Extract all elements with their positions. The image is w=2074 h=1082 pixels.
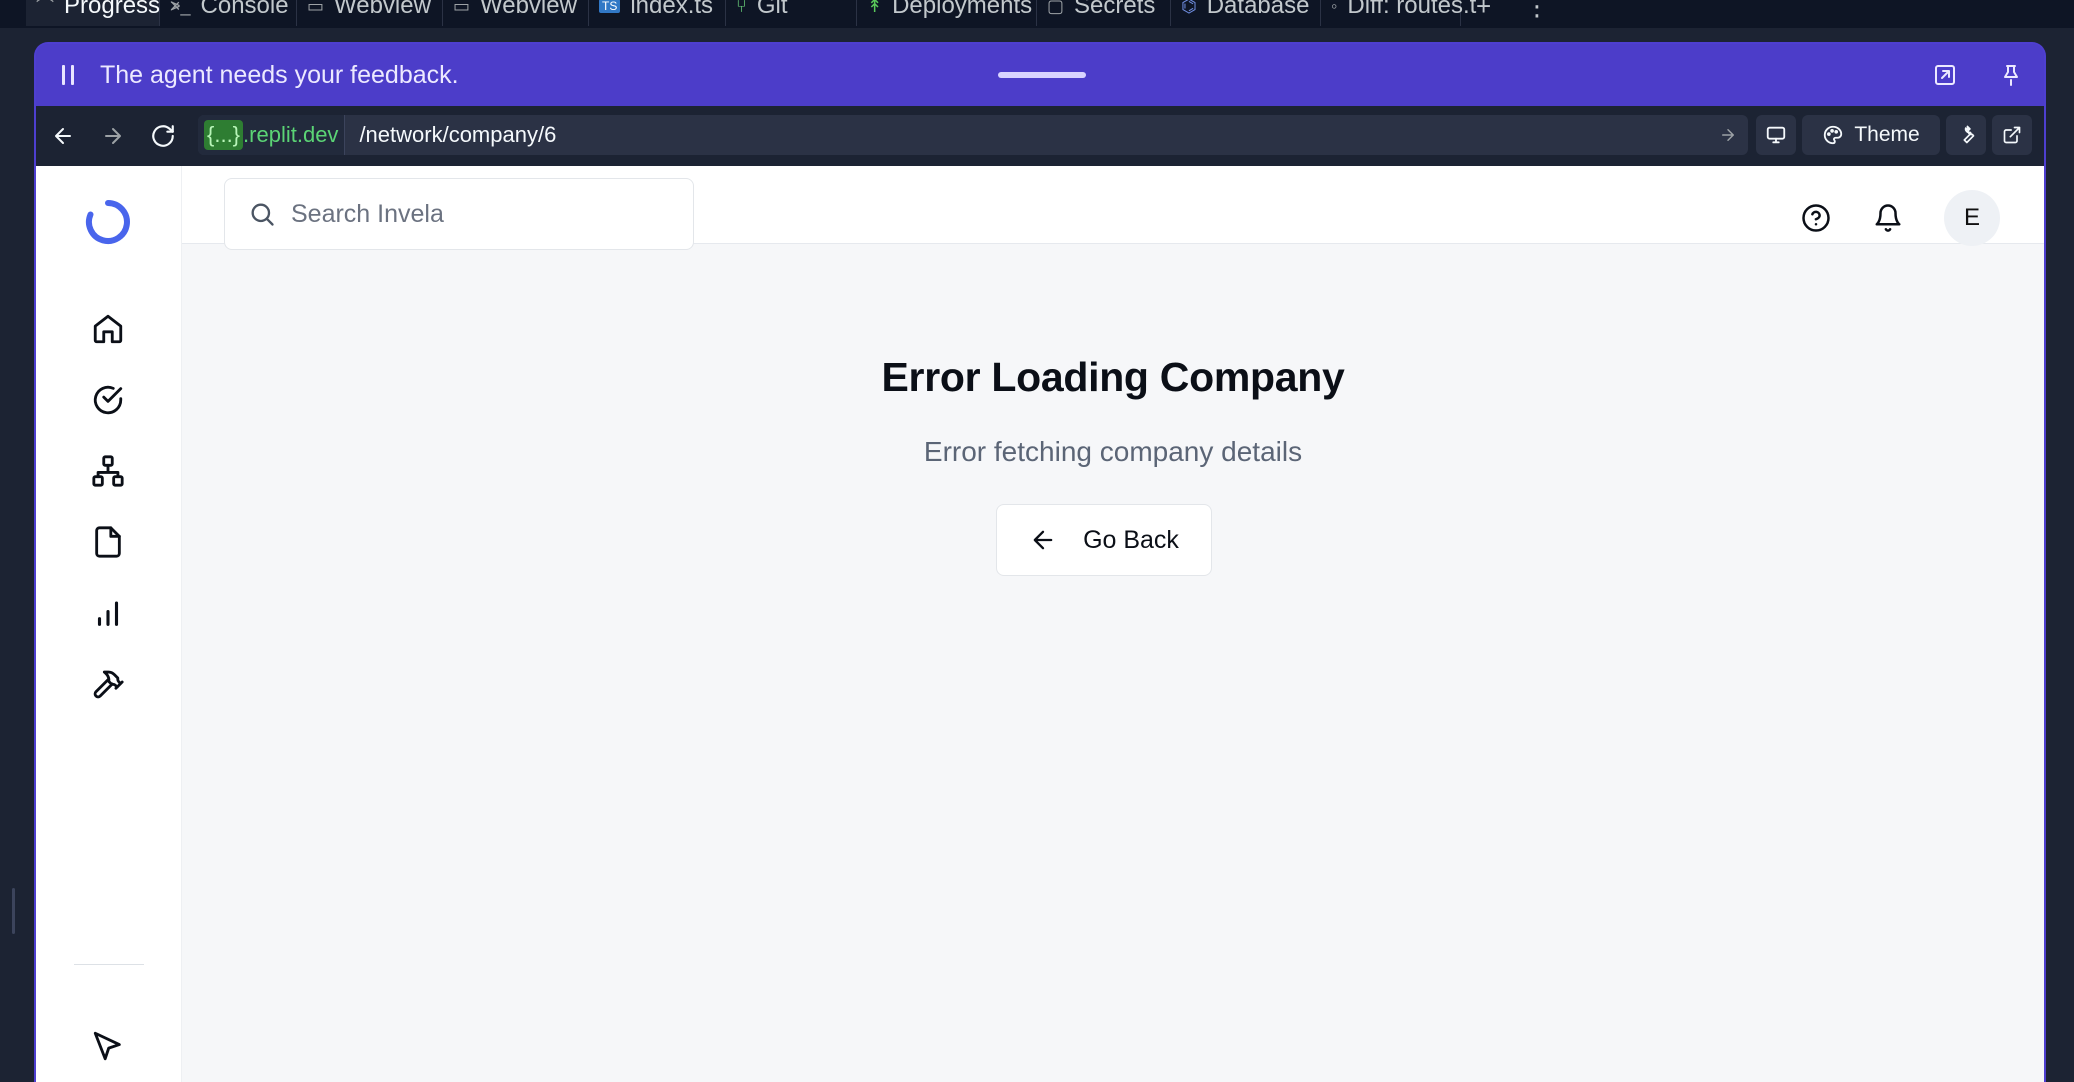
- agent-feedback-bar: The agent needs your feedback.: [36, 44, 2044, 106]
- forward-arrow-icon[interactable]: [88, 106, 138, 166]
- lock-icon: ▢: [1047, 0, 1065, 16]
- go-back-button[interactable]: Go Back: [996, 504, 1212, 576]
- monitor-icon: ▭: [307, 0, 325, 16]
- progress-icon: ⌒: [36, 0, 54, 17]
- search-input[interactable]: [291, 199, 671, 229]
- open-external-icon[interactable]: [1932, 62, 1958, 88]
- tab-label: Progress: [64, 0, 161, 19]
- go-arrow-icon[interactable]: [1708, 115, 1748, 155]
- url-host-brace: {...}: [204, 120, 244, 150]
- tab-label: Secrets: [1074, 0, 1156, 19]
- open-new-window-button[interactable]: [1992, 115, 2032, 155]
- tab-progress[interactable]: ⌒ Progress ×: [26, 0, 181, 26]
- url-path[interactable]: /network/company/6: [359, 122, 1708, 148]
- tasks-check-icon[interactable]: [90, 382, 126, 418]
- error-message: Error fetching company details: [923, 436, 1303, 467]
- new-tab-icon[interactable]: +: [1476, 0, 1491, 26]
- ide-tab-strip: ⌒ Progress × >_ Console ▭ Webview ▭ Webv…: [0, 0, 2074, 28]
- theme-button[interactable]: Theme: [1802, 115, 1940, 155]
- tab-console[interactable]: >_ Console: [160, 0, 297, 26]
- file-icon[interactable]: [90, 524, 126, 560]
- tab-secrets[interactable]: ▢ Secrets: [1037, 0, 1171, 26]
- diff-icon: ◦: [1331, 0, 1338, 16]
- tab-label: Diff: routes.t: [1347, 0, 1477, 19]
- device-toggle-button[interactable]: [1756, 115, 1796, 155]
- external-link-icon: [2003, 126, 2021, 144]
- back-arrow-icon[interactable]: [38, 106, 88, 166]
- url-host: {...} .replit.dev: [198, 115, 346, 155]
- user-avatar[interactable]: E: [1944, 190, 2000, 246]
- database-icon: ⌬: [1181, 0, 1197, 16]
- typescript-file-icon: TS: [599, 0, 621, 13]
- tab-label: Webview: [480, 0, 577, 19]
- resize-handle[interactable]: [12, 888, 15, 934]
- drag-handle[interactable]: [998, 72, 1086, 78]
- tab-index-ts[interactable]: TS index.ts: [589, 0, 726, 26]
- search-icon: [247, 199, 277, 229]
- console-icon: >_: [170, 0, 191, 16]
- tab-label: index.ts: [630, 0, 714, 19]
- tab-database[interactable]: ⌬ Database: [1171, 0, 1321, 26]
- home-icon[interactable]: [90, 311, 126, 347]
- hammer-icon[interactable]: [90, 666, 126, 702]
- url-host-suffix: .replit.dev: [243, 122, 339, 147]
- reload-icon[interactable]: [138, 106, 188, 166]
- webview-frame: The agent needs your feedback. {...} .rep…: [34, 42, 2046, 1082]
- git-icon: ⑂: [736, 0, 747, 16]
- pin-icon[interactable]: [1998, 62, 2024, 88]
- more-options-icon[interactable]: ⋮: [1524, 0, 1550, 26]
- tab-webview-2[interactable]: ▭ Webview: [443, 0, 589, 26]
- main-content: Error Loading Company Error fetching com…: [182, 244, 2044, 1082]
- devtools-button[interactable]: [1946, 115, 1986, 155]
- pause-icon[interactable]: [48, 44, 88, 106]
- url-bar: {...} .replit.dev /network/company/6 Them…: [36, 106, 2044, 166]
- app-viewport: E Error Loading Company Error fetching c…: [36, 166, 2044, 1082]
- tab-label: Deployments: [892, 0, 1033, 19]
- help-icon[interactable]: [1800, 202, 1832, 234]
- tab-webview[interactable]: ▭ Webview: [297, 0, 443, 26]
- error-title: Error Loading Company: [881, 354, 1345, 400]
- deployments-icon: ↟: [867, 0, 883, 16]
- theme-label: Theme: [1854, 123, 1920, 146]
- tab-label: Database: [1206, 0, 1310, 19]
- monitor-icon: ▭: [453, 0, 471, 16]
- tab-label: Console: [200, 0, 289, 19]
- top-bar: E: [182, 166, 2044, 250]
- go-back-label: Go Back: [1083, 525, 1179, 554]
- tab-deployments[interactable]: ↟ Deployments: [857, 0, 1037, 26]
- tab-label: Git: [756, 0, 788, 19]
- invela-logo-icon[interactable]: [84, 198, 132, 246]
- sidebar-divider: [74, 964, 144, 965]
- feedback-message: The agent needs your feedback.: [100, 60, 459, 89]
- monitor-icon: [1766, 126, 1786, 144]
- palette-icon: [1824, 125, 1843, 145]
- tab-label: Webview: [334, 0, 431, 19]
- tab-git[interactable]: ⑂ Git: [726, 0, 857, 26]
- left-gutter: [0, 28, 34, 1082]
- sidebar: [36, 166, 182, 1082]
- tab-diff-routes[interactable]: ◦ Diff: routes.t: [1321, 0, 1476, 26]
- bar-chart-icon[interactable]: [90, 595, 126, 631]
- url-field[interactable]: {...} .replit.dev /network/company/6: [198, 115, 1748, 155]
- arrow-left-icon: [1033, 530, 1053, 550]
- search-box[interactable]: [224, 178, 694, 250]
- wrench-icon: [1963, 125, 1975, 144]
- network-icon[interactable]: [90, 453, 126, 489]
- bell-icon[interactable]: [1872, 202, 1904, 234]
- cursor-pointer-icon[interactable]: [90, 1028, 126, 1064]
